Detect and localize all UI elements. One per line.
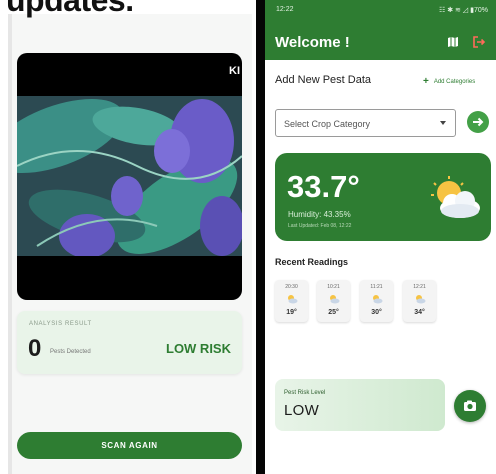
pest-risk-card: Pest Risk Level LOW (275, 379, 445, 431)
reading-card[interactable]: 11:21 30° (360, 280, 393, 322)
left-phone-edge (8, 14, 12, 474)
video-overlay-text: KI (229, 65, 240, 77)
plus-icon: + (423, 76, 429, 87)
pest-risk-value: LOW (284, 402, 320, 419)
right-phone-screen: 12:22 ☷ ✱ ≋ ◿ ▮70% Welcome ! Add New Pes… (265, 0, 496, 474)
last-updated-text: Last Updated: Feb 08, 12:22 (288, 223, 352, 229)
pest-count-label: Pests Detected (50, 349, 91, 355)
crop-category-select[interactable]: Select Crop Category (275, 109, 456, 137)
pest-count: 0 (28, 335, 42, 362)
leaf-pest-photo (17, 96, 242, 256)
logout-icon[interactable] (471, 34, 487, 50)
analysis-result-card: ANALYSIS RESULT 0 Pests Detected LOW RIS… (17, 311, 242, 374)
camera-preview[interactable]: KI (17, 53, 242, 300)
reading-time: 10:21 (327, 284, 340, 290)
pest-risk-label: Pest Risk Level (284, 390, 326, 396)
humidity-text: Humidity: 43.35% (288, 210, 351, 219)
reading-time: 11:21 (370, 284, 383, 290)
app-bar: 12:22 ☷ ✱ ≋ ◿ ▮70% Welcome ! (265, 0, 496, 60)
camera-icon (464, 400, 476, 411)
screen-divider (256, 0, 265, 474)
crop-category-placeholder: Select Crop Category (284, 119, 371, 129)
partly-cloudy-icon (431, 176, 480, 218)
analysis-result-label: ANALYSIS RESULT (29, 321, 92, 327)
status-time: 12:22 (276, 6, 294, 13)
screenshot-stage: updates. KI ANALYSIS RESULT 0 Pests Dete… (0, 0, 496, 474)
recent-readings-title: Recent Readings (275, 257, 349, 267)
reading-card[interactable]: 20:30 19° (275, 280, 308, 322)
reading-card[interactable]: 12:21 34° (403, 280, 436, 322)
add-pest-data-title: Add New Pest Data (275, 74, 371, 86)
caret-down-icon (440, 121, 446, 125)
add-categories-link[interactable]: + Add Categories (423, 76, 475, 87)
camera-fab-button[interactable] (454, 390, 486, 422)
welcome-title: Welcome ! (275, 34, 350, 51)
reading-temperature: 34° (414, 309, 425, 316)
arrow-right-icon (473, 117, 484, 127)
current-temperature: 33.7° (287, 169, 360, 204)
reading-temperature: 19° (286, 309, 297, 316)
scan-again-button[interactable]: SCAN AGAIN (17, 432, 242, 459)
reading-temperature: 30° (371, 309, 382, 316)
left-heading-fragment: updates. (6, 0, 134, 18)
arrow-right-button[interactable] (467, 111, 489, 133)
map-icon[interactable] (445, 34, 461, 50)
reading-card[interactable]: 10:21 25° (317, 280, 350, 322)
reading-time: 20:30 (285, 284, 298, 290)
partly-cloudy-icon (373, 295, 383, 304)
partly-cloudy-icon (288, 295, 298, 304)
reading-time: 12:21 (413, 284, 426, 290)
reading-temperature: 25° (328, 309, 339, 316)
camera-frame-image (17, 96, 242, 256)
risk-level-text: LOW RISK (166, 341, 231, 356)
weather-card: 33.7° Humidity: 43.35% Last Updated: Feb… (275, 153, 491, 241)
partly-cloudy-icon (416, 295, 426, 304)
partly-cloudy-icon (330, 295, 340, 304)
add-categories-label: Add Categories (433, 79, 476, 85)
status-icons: ☷ ✱ ≋ ◿ ▮70% (438, 7, 488, 14)
